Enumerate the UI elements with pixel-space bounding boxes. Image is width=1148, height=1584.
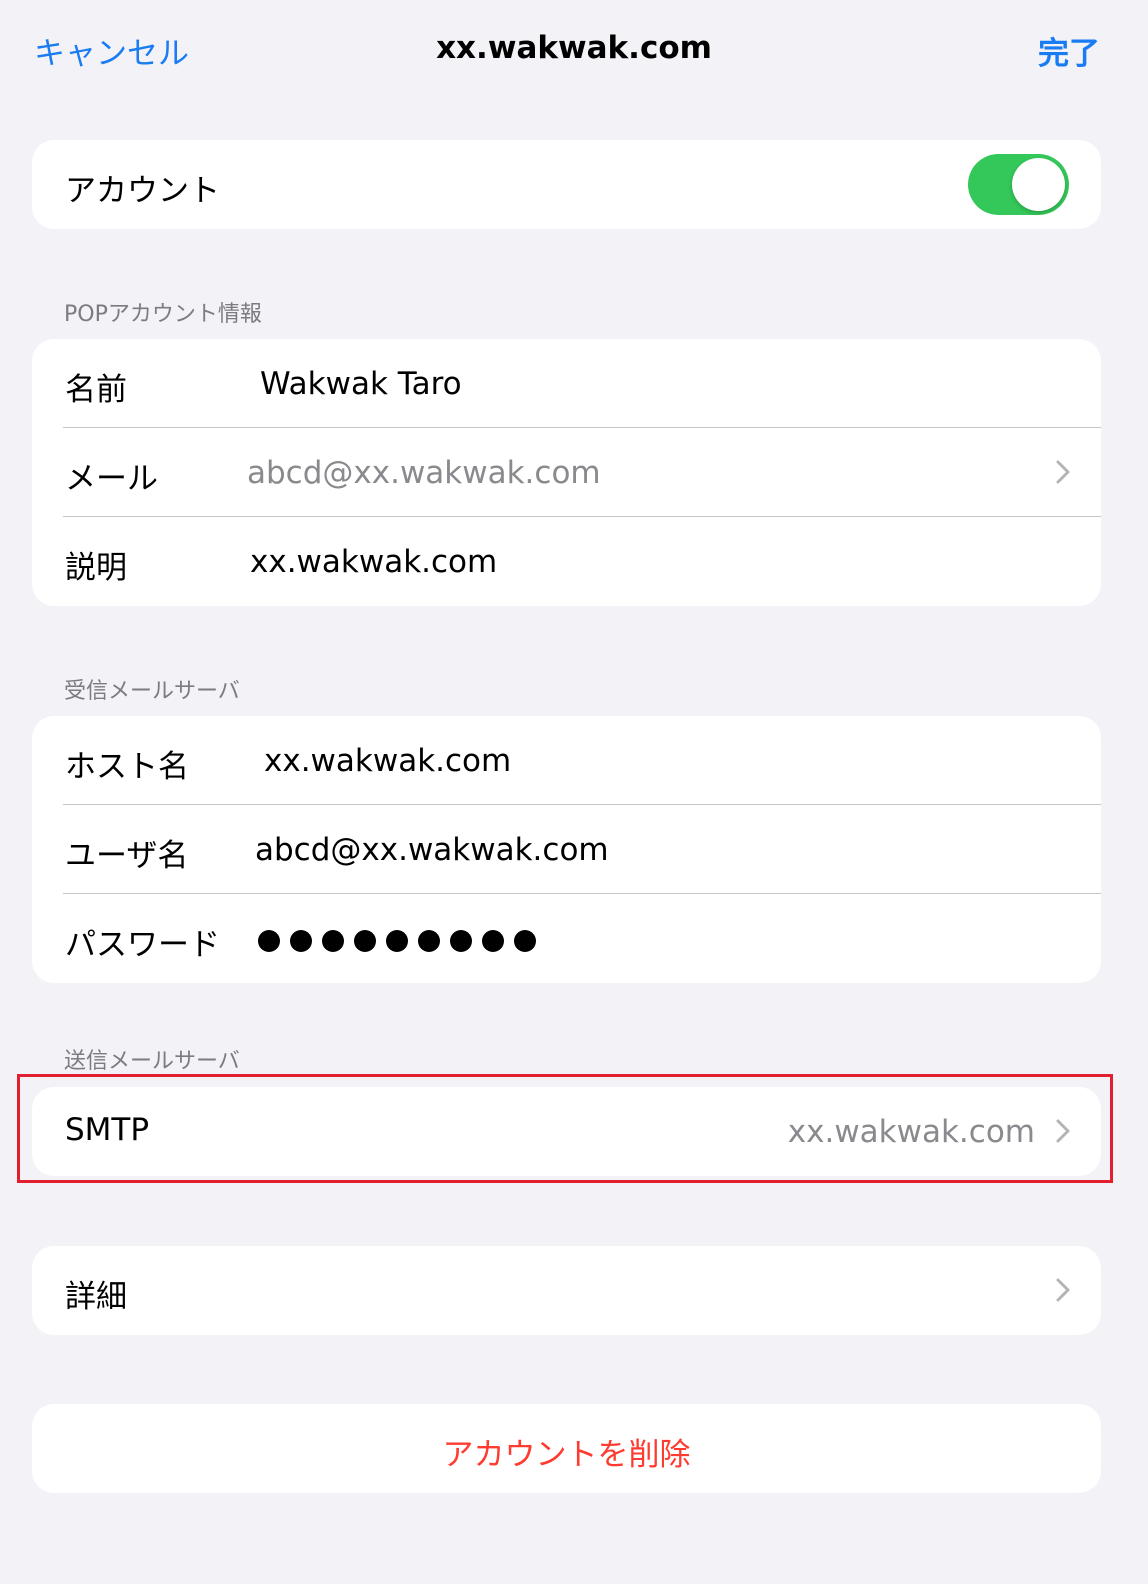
- smtp-label: SMTP: [65, 1112, 150, 1148]
- account-toggle[interactable]: [968, 154, 1069, 215]
- password-label: パスワード: [65, 927, 220, 963]
- name-field[interactable]: Wakwak Taro: [260, 366, 462, 402]
- incoming-server-card: ホスト名 xx.wakwak.com ユーザ名 abcd@xx.wakwak.c…: [32, 716, 1101, 983]
- chevron-right-icon: [1056, 460, 1070, 484]
- smtp-row[interactable]: SMTP xx.wakwak.com: [32, 1087, 1101, 1176]
- username-field[interactable]: abcd@xx.wakwak.com: [255, 832, 609, 868]
- toggle-knob: [1012, 158, 1065, 211]
- password-dot: [258, 930, 280, 952]
- page-title: xx.wakwak.com: [436, 30, 712, 66]
- chevron-right-icon: [1056, 1119, 1070, 1143]
- password-dot: [386, 930, 408, 952]
- done-button[interactable]: 完了: [1038, 28, 1100, 73]
- password-dot: [450, 930, 472, 952]
- hostname-field[interactable]: xx.wakwak.com: [264, 743, 511, 779]
- password-dot: [322, 930, 344, 952]
- username-label: ユーザ名: [65, 838, 189, 874]
- email-value: abcd@xx.wakwak.com: [247, 455, 601, 491]
- outgoing-section-header: 送信メールサーバ: [64, 1049, 240, 1074]
- password-field[interactable]: [258, 930, 536, 952]
- advanced-label: 詳細: [65, 1279, 127, 1315]
- username-row[interactable]: ユーザ名 abcd@xx.wakwak.com: [32, 805, 1101, 894]
- password-dot: [514, 930, 536, 952]
- password-row[interactable]: パスワード: [32, 894, 1101, 983]
- name-label: 名前: [65, 372, 127, 408]
- advanced-card: 詳細: [32, 1246, 1101, 1335]
- chevron-right-icon: [1056, 1278, 1070, 1302]
- password-dot: [290, 930, 312, 952]
- pop-section-header: POPアカウント情報: [64, 302, 262, 327]
- password-dot: [418, 930, 440, 952]
- delete-account-card: アカウントを削除: [32, 1404, 1101, 1493]
- smtp-value: xx.wakwak.com: [787, 1114, 1035, 1150]
- hostname-label: ホスト名: [65, 749, 189, 785]
- incoming-section-header: 受信メールサーバ: [64, 679, 240, 704]
- hostname-row[interactable]: ホスト名 xx.wakwak.com: [32, 716, 1101, 805]
- password-dot: [482, 930, 504, 952]
- description-field[interactable]: xx.wakwak.com: [250, 544, 497, 580]
- outgoing-server-card: SMTP xx.wakwak.com: [32, 1087, 1101, 1176]
- account-label: アカウント: [65, 173, 220, 209]
- account-row: アカウント: [32, 140, 1101, 229]
- pop-account-card: 名前 Wakwak Taro メール abcd@xx.wakwak.com 説明…: [32, 339, 1101, 606]
- navigation-bar: キャンセル xx.wakwak.com 完了: [0, 0, 1148, 100]
- delete-account-label: アカウントを削除: [442, 1437, 691, 1473]
- account-card: アカウント: [32, 140, 1101, 229]
- description-label: 説明: [65, 550, 127, 586]
- email-row[interactable]: メール abcd@xx.wakwak.com: [32, 428, 1101, 517]
- advanced-row[interactable]: 詳細: [32, 1246, 1101, 1335]
- email-label: メール: [65, 461, 158, 497]
- name-row[interactable]: 名前 Wakwak Taro: [32, 339, 1101, 428]
- description-row[interactable]: 説明 xx.wakwak.com: [32, 517, 1101, 606]
- password-dot: [354, 930, 376, 952]
- delete-account-button[interactable]: アカウントを削除: [32, 1404, 1101, 1493]
